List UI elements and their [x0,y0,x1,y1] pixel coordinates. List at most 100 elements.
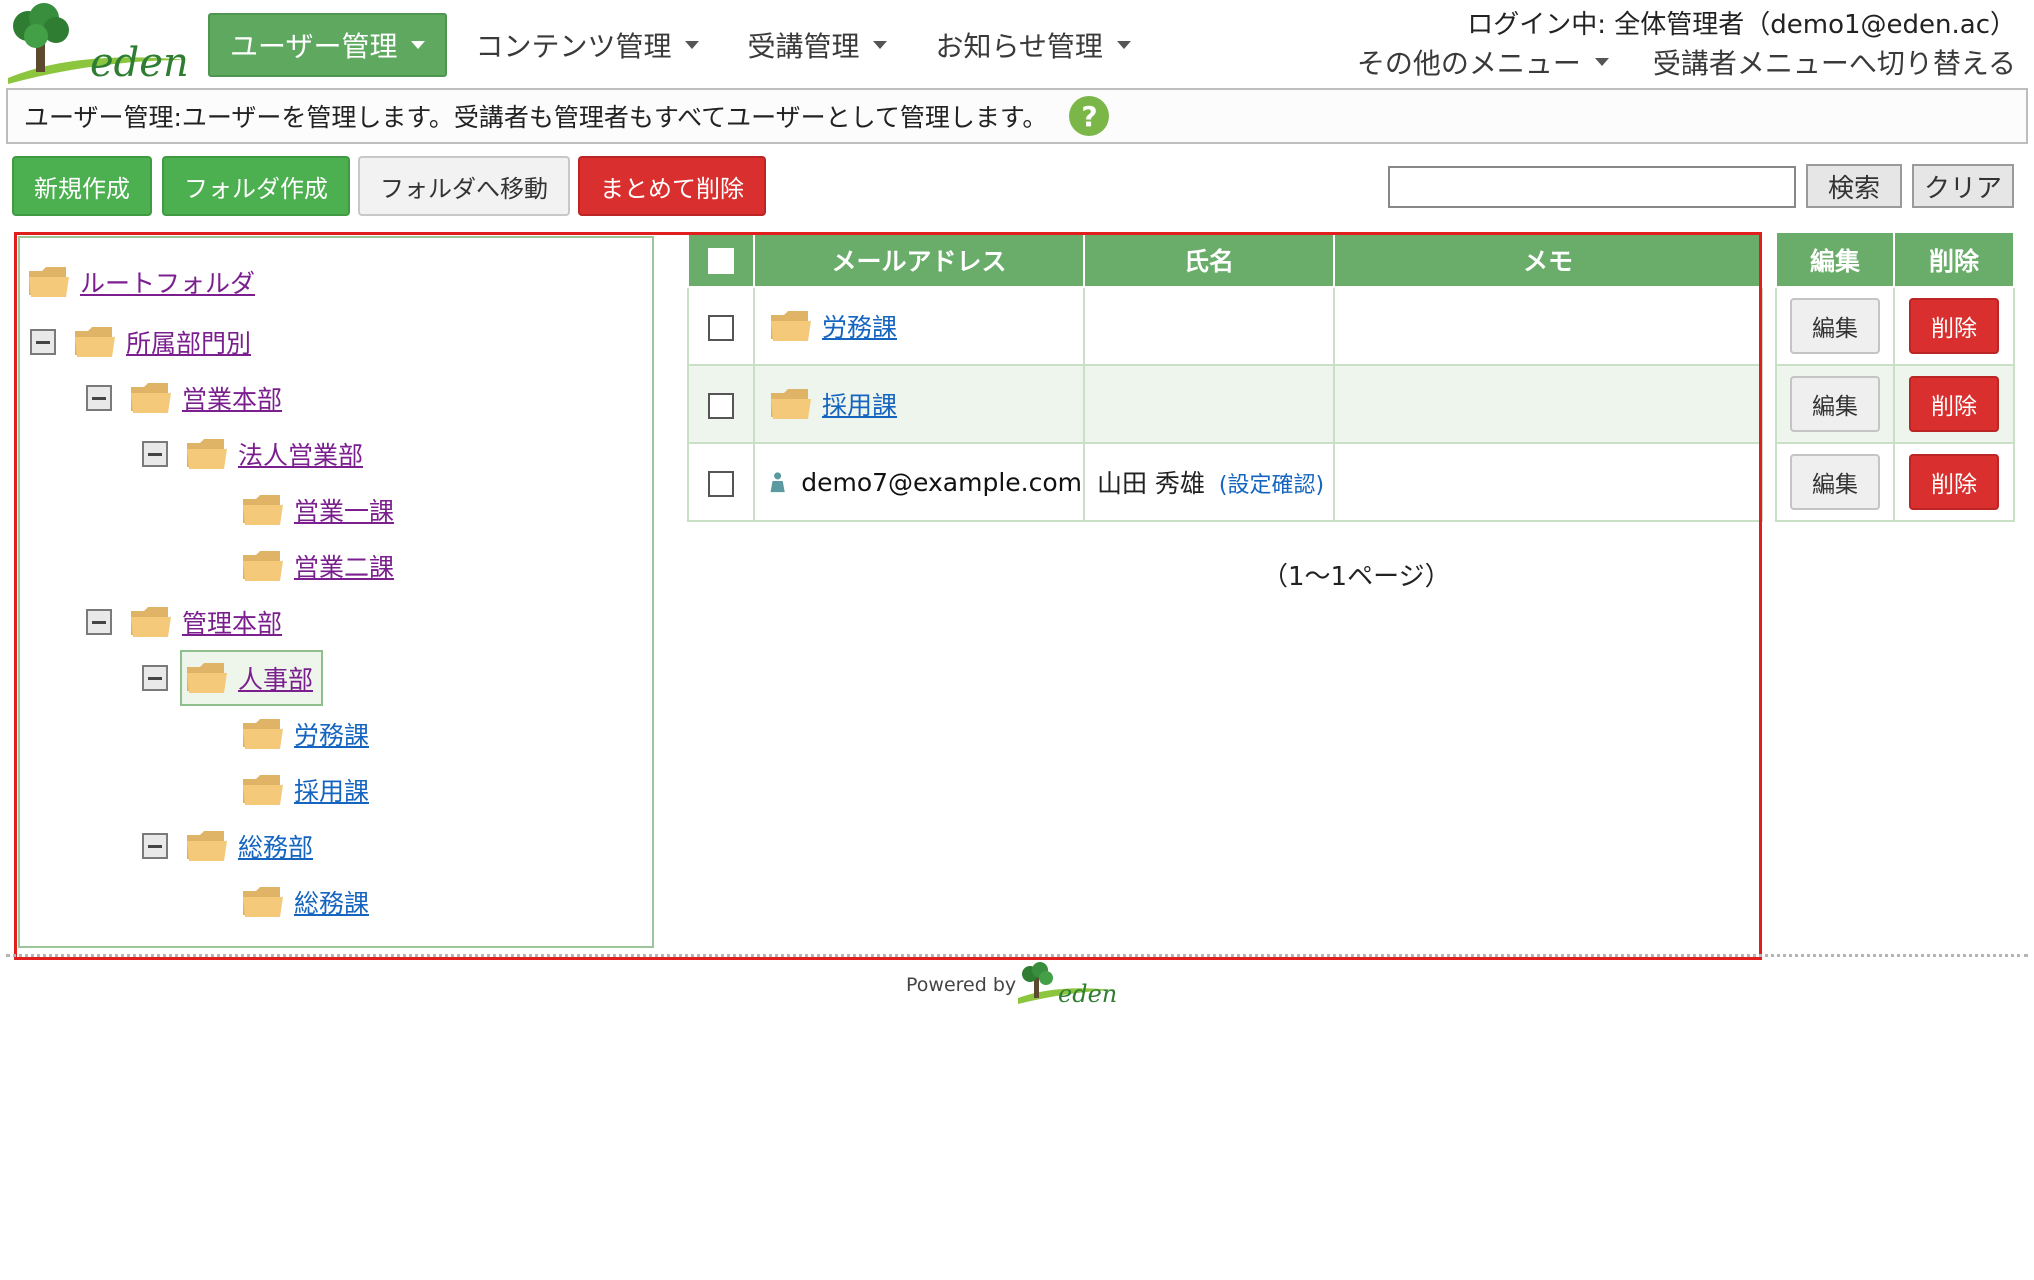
folder-icon [771,389,811,419]
edit-button[interactable]: 編集 [1790,376,1880,432]
nav-label: 受講管理 [747,30,860,63]
tree-link-sales2[interactable]: 営業二課 [294,548,394,584]
tree-link-recruit[interactable]: 採用課 [294,772,369,808]
edit-cell: 編集 [1775,364,1895,444]
email-cell: 採用課 [753,364,1085,444]
column-spacer [1762,233,1776,287]
tree-node-labor: 労務課 [242,712,369,756]
user-icon [770,472,785,493]
spacer-cell [1762,443,1776,521]
select-all-checkbox[interactable] [708,248,734,274]
nav-content-management[interactable]: コンテンツ管理 [455,13,719,77]
tree-link-labor[interactable]: 労務課 [294,716,369,752]
pagination-info: （1～1ページ） [1262,562,1451,592]
switch-menu-label: 受講者メニューへ切り替える [1652,47,2016,80]
tree-node-affiliation: 所属部門別 [74,320,251,364]
login-info: ログイン中: 全体管理者（demo1@eden.ac） [1467,10,2016,40]
user-name: 山田 秀雄 [1097,469,1205,498]
spacer-cell [1762,287,1776,365]
nav-notice-management[interactable]: お知らせ管理 [915,13,1150,77]
main-nav: ユーザー管理 コンテンツ管理 受講管理 お知らせ管理 [208,12,1159,78]
folder-link[interactable]: 労務課 [822,308,897,344]
delete-button[interactable]: 削除 [1909,298,1999,354]
new-button[interactable]: 新規作成 [12,156,152,216]
caret-down-icon [873,41,888,49]
folder-link[interactable]: 採用課 [822,386,897,422]
caret-down-icon [685,41,700,49]
tree-link-sales-hq[interactable]: 営業本部 [182,380,282,416]
table-row: 労務課 編集 削除 [687,286,2015,366]
tree-node-general-affairs: 総務部 [186,824,313,868]
email-cell: 労務課 [753,286,1085,366]
row-checkbox-cell [687,442,755,522]
nav-user-management[interactable]: ユーザー管理 [208,13,448,77]
folder-icon [187,663,227,693]
tree-link-corp-sales[interactable]: 法人営業部 [238,436,363,472]
move-to-folder-button[interactable]: フォルダへ移動 [358,156,570,216]
spacer-cell [1762,365,1776,443]
caret-down-icon [411,41,426,49]
folder-icon [29,267,69,297]
folder-icon [243,495,283,525]
row-checkbox[interactable] [708,470,734,497]
name-cell: 山田 秀雄 (設定確認) [1083,442,1335,522]
settings-check-link[interactable]: (設定確認) [1219,473,1324,498]
collapse-toggle-icon[interactable] [30,329,56,355]
collapse-toggle-icon[interactable] [142,665,168,691]
tree-node-hr: 人事部 [180,650,324,706]
right-nav: その他のメニュー 受講者メニューへ切り替える [1313,42,2016,82]
help-icon[interactable]: ? [1069,96,1110,136]
folder-icon [187,831,227,861]
user-email: demo7@example.com [801,467,1082,497]
edit-cell: 編集 [1775,442,1895,522]
folder-icon [187,439,227,469]
footer-divider [6,954,2028,957]
delete-cell: 削除 [1893,286,2015,366]
folder-icon [243,719,283,749]
email-cell: demo7@example.com [753,442,1085,522]
tree-link-affiliation[interactable]: 所属部門別 [126,324,251,360]
caret-down-icon [1116,41,1131,49]
folder-icon [75,327,115,357]
footer-eden-logo: eden [1018,962,1116,1008]
collapse-toggle-icon[interactable] [142,833,168,859]
row-checkbox-cell [687,286,755,366]
delete-button[interactable]: 削除 [1909,376,1999,432]
other-menu-dropdown[interactable]: その他のメニュー [1357,42,1609,82]
collapse-toggle-icon[interactable] [86,609,112,635]
tree-link-general-affairs[interactable]: 総務部 [238,828,313,864]
new-folder-button[interactable]: フォルダ作成 [162,156,350,216]
nav-course-management[interactable]: 受講管理 [727,13,907,77]
caret-down-icon [1594,58,1609,66]
tree-node-root: ルートフォルダ [28,260,255,304]
delete-cell: 削除 [1893,442,2015,522]
edit-button[interactable]: 編集 [1790,454,1880,510]
clear-button[interactable]: クリア [1912,164,2014,208]
collapse-toggle-icon[interactable] [142,441,168,467]
page-description: ユーザー管理:ユーザーを管理します。受講者も管理者もすべてユーザーとして管理しま… [6,88,2028,144]
edit-button[interactable]: 編集 [1790,298,1880,354]
tree-link-sales1[interactable]: 営業一課 [294,492,394,528]
row-checkbox[interactable] [708,314,734,341]
nav-label: お知らせ管理 [935,30,1103,63]
collapse-toggle-icon[interactable] [86,385,112,411]
tree-link-general-section[interactable]: 総務課 [294,884,369,920]
tree-node-sales-hq: 営業本部 [130,376,282,420]
tree-link-hr[interactable]: 人事部 [238,660,313,696]
row-checkbox[interactable] [708,392,734,419]
switch-to-learner-link[interactable]: 受講者メニューへ切り替える [1653,42,2016,82]
tree-link-admin-hq[interactable]: 管理本部 [182,604,282,640]
delete-cell: 削除 [1893,364,2015,444]
eden-logo: eden [8,3,189,86]
row-checkbox-cell [687,364,755,444]
folder-icon [771,311,811,341]
bulk-delete-button[interactable]: まとめて削除 [578,156,766,216]
search-input[interactable] [1388,166,1796,208]
name-cell [1083,364,1335,444]
delete-button[interactable]: 削除 [1909,454,1999,510]
select-all-header [687,233,755,288]
folder-icon [243,551,283,581]
search-button[interactable]: 検索 [1806,164,1902,208]
tree-link-root[interactable]: ルートフォルダ [80,264,255,300]
tree-node-sales2: 営業二課 [242,544,394,588]
